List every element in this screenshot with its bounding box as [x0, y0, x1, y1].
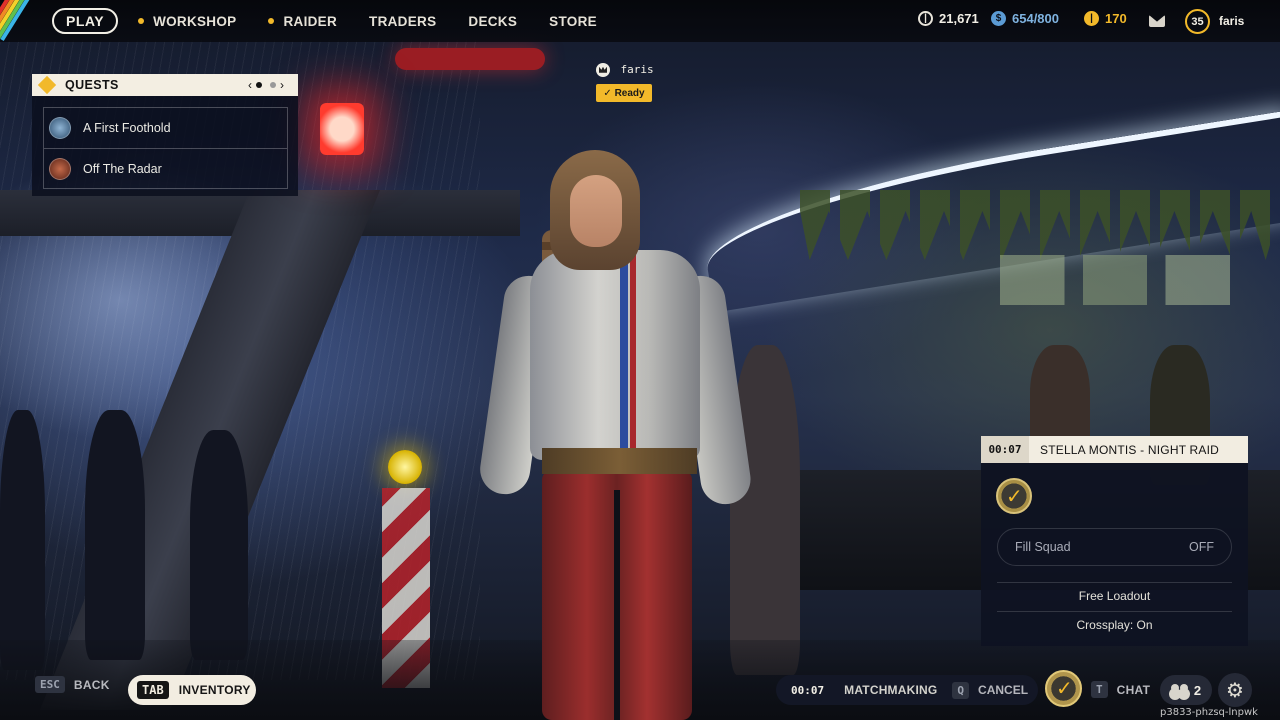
page-dot-active [256, 82, 262, 88]
back-label: BACK [73, 677, 110, 692]
ready-badge: ✓ Ready [596, 84, 652, 102]
quests-title: QUESTS [65, 78, 119, 92]
fill-squad-label: Fill Squad [1015, 540, 1071, 554]
fill-squad-toggle[interactable]: Fill Squad OFF [997, 528, 1232, 566]
quest-item[interactable]: A First Foothold [44, 108, 287, 148]
chevron-right-icon[interactable]: › [280, 78, 284, 92]
nav-label: WORKSHOP [153, 13, 237, 29]
matchmaking-bar-timer: 00:07 [791, 683, 825, 697]
crown-icon [596, 62, 610, 77]
face [570, 175, 622, 247]
bar-screens [1000, 255, 1230, 305]
cancel-button[interactable]: CANCEL [978, 683, 1028, 697]
key-t: T [1091, 681, 1108, 698]
credits-value: 170 [1105, 11, 1127, 26]
main-nav: PLAY WORKSHOP RAIDER TRADERS DECKS STORE [52, 8, 629, 34]
key-esc: ESC [35, 676, 65, 693]
matchmaking-status-bar: 00:07 MATCHMAKING Q CANCEL [776, 675, 1038, 705]
map-title: STELLA MONTIS - NIGHT RAID [1040, 442, 1220, 457]
squad-member-ready-icon [996, 478, 1032, 514]
party-button[interactable]: 2 [1160, 675, 1212, 705]
inventory-label: INVENTORY [178, 683, 251, 697]
nav-label: DECKS [468, 13, 518, 29]
crossplay-option: Crossplay: On [1076, 618, 1153, 632]
silhouette [85, 410, 145, 660]
quest-emblem-icon [49, 117, 71, 139]
player-name: faris [620, 63, 654, 77]
notification-dot-icon [138, 18, 145, 24]
tokens-currency[interactable]: $ 654/800 [991, 11, 1059, 26]
key-q: Q [952, 681, 970, 699]
quests-header: QUESTS ‹ › [32, 74, 298, 96]
coins-value: 21,671 [939, 11, 979, 26]
player-tag: faris ✓ Ready [596, 61, 654, 102]
nav-store[interactable]: STORE [549, 14, 597, 29]
nav-workshop[interactable]: WORKSHOP [138, 14, 236, 29]
chat-label: CHAT [1116, 682, 1151, 697]
loadout-option: Free Loadout [1078, 589, 1151, 603]
coin-icon: | [918, 11, 933, 26]
divider [997, 611, 1232, 612]
quest-item[interactable]: Off The Radar [44, 148, 287, 188]
matchmaking-panel: 00:07 STELLA MONTIS - NIGHT RAID Fill Sq… [981, 436, 1248, 646]
matchmaking-header: 00:07 STELLA MONTIS - NIGHT RAID [981, 436, 1248, 463]
yellow-lamp [388, 450, 422, 484]
quest-diamond-icon [37, 75, 57, 95]
check-icon: ✓ [603, 87, 615, 99]
quest-name: A First Foothold [83, 121, 171, 135]
fill-squad-value: OFF [1189, 540, 1214, 554]
raider-character [470, 150, 760, 720]
legs [542, 470, 692, 720]
inventory-button[interactable]: TAB INVENTORY [128, 675, 256, 705]
jacket [530, 250, 700, 460]
belt [542, 448, 697, 474]
red-light-bar [395, 48, 545, 70]
chat-button[interactable]: T CHAT [1091, 681, 1150, 698]
back-hint[interactable]: ESC BACK [35, 676, 110, 693]
red-lamp [320, 103, 364, 155]
ready-check-icon[interactable] [1045, 670, 1082, 707]
credits-currency[interactable]: | 170 [1084, 11, 1127, 26]
nav-label: STORE [549, 13, 597, 29]
page-dot [270, 82, 276, 88]
quests-pager: ‹ › [248, 78, 284, 92]
chevron-left-icon[interactable]: ‹ [248, 78, 252, 92]
profile-name[interactable]: faris [1219, 14, 1244, 28]
jacket-stripe [630, 255, 636, 455]
rainbow-logo-icon [0, 0, 38, 50]
play-button[interactable]: PLAY [52, 8, 119, 34]
nav-decks[interactable]: DECKS [468, 14, 517, 29]
nav-raider[interactable]: RAIDER [268, 14, 337, 29]
matchmaking-label: MATCHMAKING [844, 683, 938, 697]
jacket-stripe [620, 255, 628, 455]
quests-panel: QUESTS ‹ › A First Foothold Off The Rada… [32, 74, 298, 196]
quest-name: Off The Radar [83, 161, 162, 176]
matchmaking-timer: 00:07 [981, 436, 1029, 463]
divider [997, 582, 1232, 583]
key-tab: TAB [137, 681, 169, 699]
ready-label: Ready [614, 87, 645, 99]
tokens-value: 654/800 [1012, 11, 1059, 26]
quest-list: A First Foothold Off The Radar [43, 107, 288, 189]
coins-currency[interactable]: | 21,671 [918, 11, 979, 26]
nav-label: TRADERS [369, 13, 437, 29]
notification-dot-icon [268, 18, 275, 24]
silhouette [190, 430, 248, 660]
mail-icon[interactable] [1149, 15, 1165, 27]
nav-label: RAIDER [283, 13, 338, 29]
token-icon: $ [991, 11, 1006, 26]
settings-gear-icon[interactable]: ⚙ [1218, 673, 1252, 707]
silhouette [0, 410, 45, 670]
top-nav-bar: PLAY WORKSHOP RAIDER TRADERS DECKS STORE… [0, 0, 1280, 42]
people-icon [1170, 684, 1189, 696]
level-badge[interactable]: 35 [1185, 9, 1210, 34]
quest-emblem-icon [49, 157, 71, 180]
session-id: p3833-phzsq-lnpwk [1160, 707, 1258, 718]
party-count: 2 [1193, 682, 1202, 698]
credit-icon: | [1084, 11, 1099, 26]
nav-traders[interactable]: TRADERS [369, 14, 436, 29]
